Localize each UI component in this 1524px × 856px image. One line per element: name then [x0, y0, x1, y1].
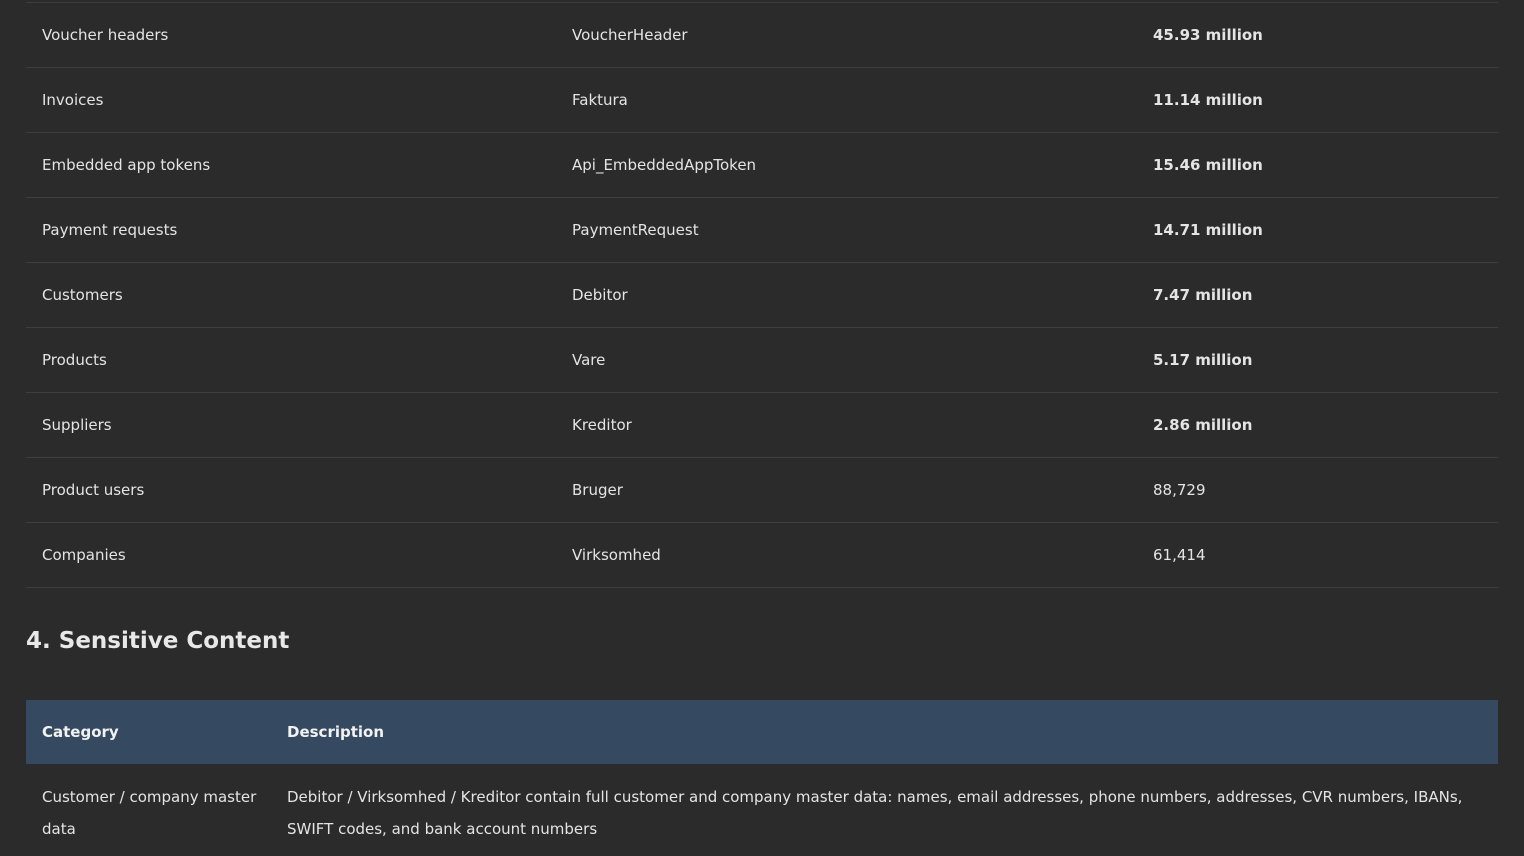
record-count: 45.93 million [1153, 26, 1263, 44]
db-table-name: Kreditor [572, 416, 632, 434]
db-table-name: PaymentRequest [572, 221, 699, 239]
table-row: Payment requests PaymentRequest 14.71 mi… [26, 198, 1498, 263]
entity-name: Suppliers [42, 416, 112, 434]
entity-name: Companies [42, 546, 126, 564]
table-row: Embedded app tokens Api_EmbeddedAppToken… [26, 133, 1498, 198]
column-header-category: Category [42, 723, 119, 741]
entity-name: Payment requests [42, 221, 178, 239]
table-row: Voucher headers VoucherHeader 45.93 mill… [26, 3, 1498, 68]
record-count: 15.46 million [1153, 156, 1263, 174]
page: Voucher headers VoucherHeader 45.93 mill… [0, 0, 1524, 856]
record-count-table: Voucher headers VoucherHeader 45.93 mill… [26, 2, 1498, 588]
db-table-name: Vare [572, 351, 606, 369]
table-row: Products Vare 5.17 million [26, 328, 1498, 393]
table-row: Customer / company master data Debitor /… [26, 764, 1498, 845]
record-count: 11.14 million [1153, 91, 1263, 109]
entity-name: Customers [42, 286, 123, 304]
section-heading: 4. Sensitive Content [26, 628, 290, 654]
description-cell: Debitor / Virksomhed / Kreditor contain … [287, 788, 1463, 838]
db-table-name: VoucherHeader [572, 26, 688, 44]
category-cell: Customer / company master data [42, 788, 257, 838]
db-table-name: Faktura [572, 91, 628, 109]
db-table-name: Debitor [572, 286, 628, 304]
db-table-name: Bruger [572, 481, 623, 499]
entity-name: Products [42, 351, 107, 369]
column-header-description: Description [287, 723, 385, 741]
table-header-row: Category Description [26, 700, 1498, 764]
sensitive-content-table: Category Description Customer / company … [26, 700, 1498, 845]
record-count: 61,414 [1153, 546, 1206, 564]
record-count: 88,729 [1153, 481, 1206, 499]
entity-name: Invoices [42, 91, 104, 109]
db-table-name: Api_EmbeddedAppToken [572, 156, 757, 174]
entity-name: Voucher headers [42, 26, 169, 44]
table-row: Invoices Faktura 11.14 million [26, 68, 1498, 133]
entity-name: Embedded app tokens [42, 156, 211, 174]
record-count: 2.86 million [1153, 416, 1253, 434]
table-row: Suppliers Kreditor 2.86 million [26, 393, 1498, 458]
record-count: 7.47 million [1153, 286, 1253, 304]
record-count: 5.17 million [1153, 351, 1253, 369]
table-row: Product users Bruger 88,729 [26, 458, 1498, 523]
record-count: 14.71 million [1153, 221, 1263, 239]
table-row: Customers Debitor 7.47 million [26, 263, 1498, 328]
table-row: Companies Virksomhed 61,414 [26, 523, 1498, 588]
entity-name: Product users [42, 481, 145, 499]
db-table-name: Virksomhed [572, 546, 661, 564]
